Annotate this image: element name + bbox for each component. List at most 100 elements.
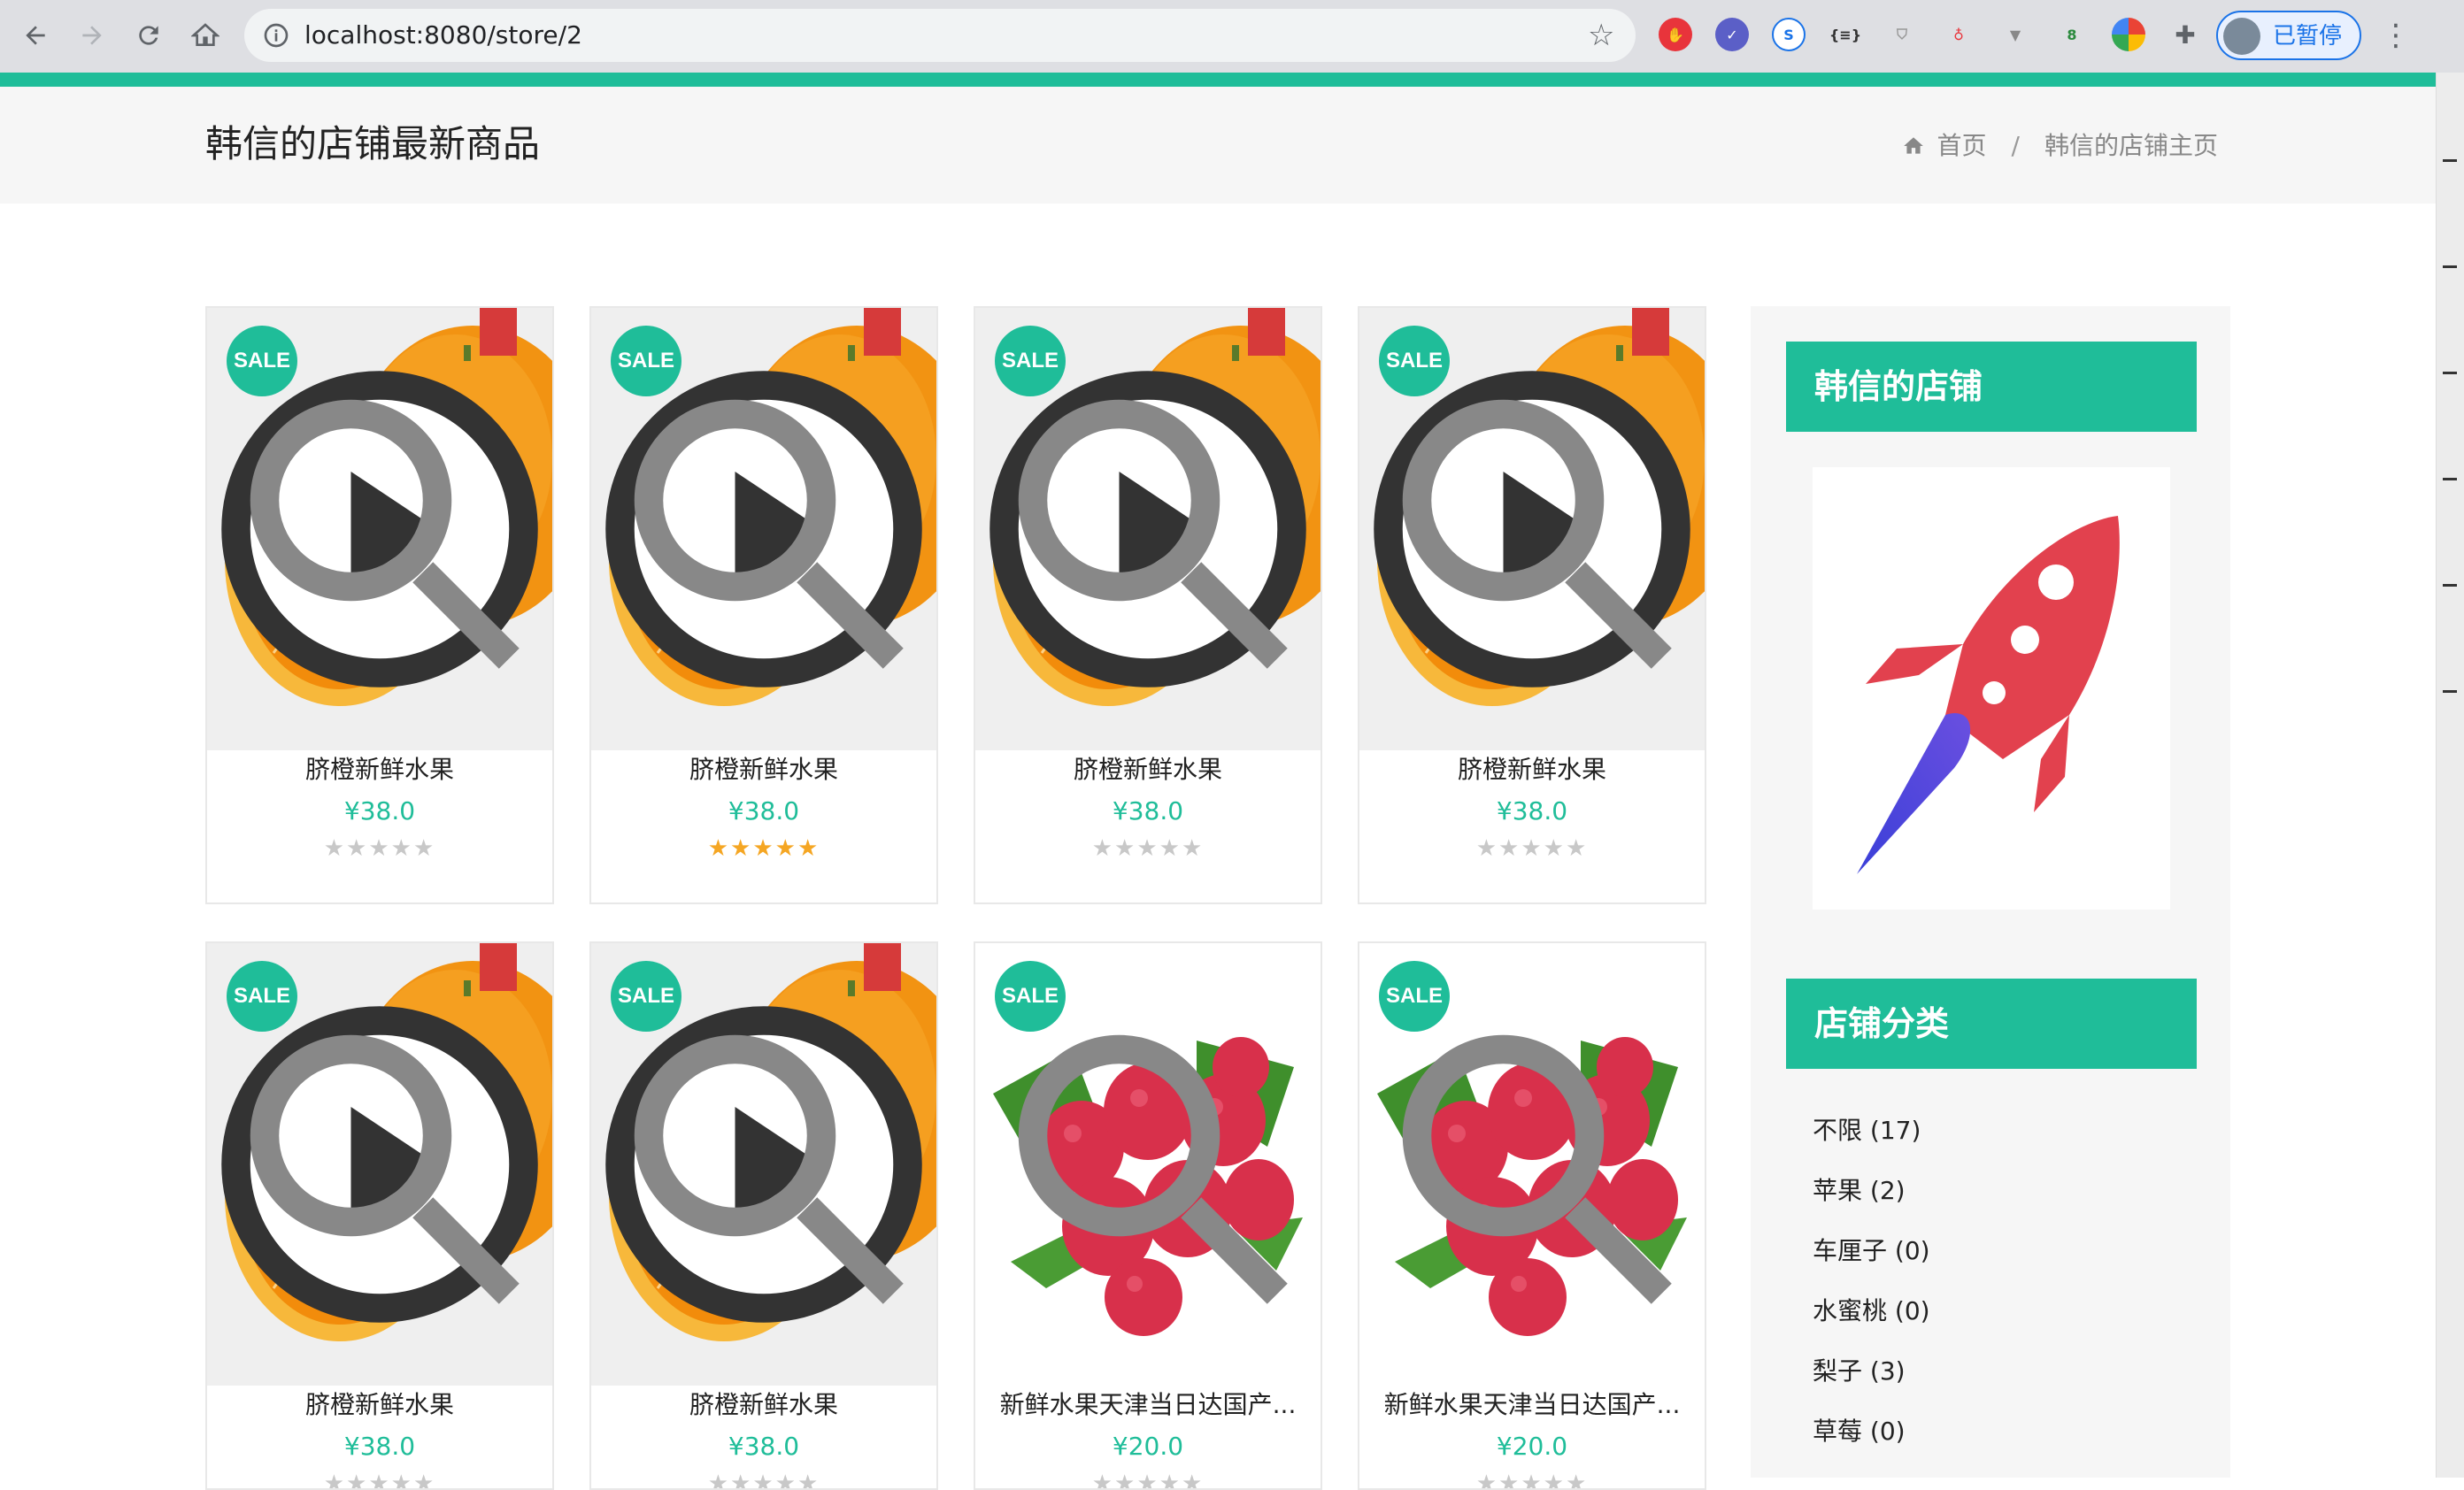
- scroll-marker: [2443, 265, 2457, 268]
- zoom-icon[interactable]: [975, 943, 1321, 1386]
- breadcrumb-current: 韩信的店铺主页: [2044, 131, 2218, 160]
- profile-button[interactable]: 已暂停: [2216, 11, 2361, 60]
- vue-extension-icon[interactable]: ▼: [1998, 18, 2032, 51]
- product-name[interactable]: 新鲜水果天津当日达国产...: [1359, 1389, 1705, 1421]
- star-icon: ★: [774, 835, 797, 862]
- product-card[interactable]: SALE 脐橙新鲜水果 ¥38.0 ★★★★★: [589, 941, 938, 1490]
- shield-extension-icon[interactable]: ⛉: [1885, 18, 1919, 51]
- product-name[interactable]: 新鲜水果天津当日达国产...: [975, 1389, 1321, 1421]
- product-image[interactable]: SALE: [591, 308, 936, 750]
- star-icon: ★: [368, 835, 391, 862]
- sitemap-extension-icon[interactable]: ♁: [1942, 18, 1975, 51]
- star-icon: ★: [1181, 835, 1205, 862]
- star-icon: ★: [1498, 835, 1521, 862]
- star-icon: ★: [390, 1471, 413, 1490]
- zoom-icon[interactable]: [591, 308, 936, 750]
- url-text: localhost:8080/store/2: [304, 20, 582, 50]
- zoom-icon[interactable]: [207, 943, 552, 1386]
- site-nav-strip: [0, 73, 2436, 87]
- store-logo[interactable]: [1813, 467, 2170, 910]
- star-icon: ★: [1475, 1471, 1499, 1490]
- star-icon: ★: [797, 835, 820, 862]
- zoom-icon[interactable]: [591, 943, 936, 1386]
- star-icon: ★: [323, 835, 347, 862]
- product-name[interactable]: 脐橙新鲜水果: [207, 754, 552, 786]
- rocket-icon: [1857, 516, 2120, 874]
- product-image[interactable]: SALE: [975, 308, 1321, 750]
- product-rating: ★★★★★: [975, 835, 1321, 862]
- product-price: ¥38.0: [343, 796, 416, 826]
- page-header: 韩信的店铺最新商品 首页 / 韩信的店铺主页: [0, 87, 2436, 204]
- product-card[interactable]: SALE 新鲜水果天津当日达国产... ¥20.0 ★★★★★: [1358, 941, 1706, 1490]
- product-card[interactable]: SALE 脐橙新鲜水果 ¥38.0 ★★★★★: [205, 941, 554, 1490]
- chrome-extension-icon[interactable]: [2112, 18, 2145, 51]
- star-icon: ★: [1475, 835, 1499, 862]
- category-item[interactable]: 水蜜桃 (0): [1813, 1281, 2184, 1341]
- product-name[interactable]: 脐橙新鲜水果: [591, 754, 936, 786]
- product-card[interactable]: SALE 新鲜水果天津当日达国产... ¥20.0 ★★★★★: [974, 941, 1322, 1490]
- product-rating: ★★★★★: [591, 1471, 936, 1488]
- category-item[interactable]: 不限 (17): [1813, 1101, 2184, 1161]
- category-item[interactable]: 梨子 (3): [1813, 1341, 2184, 1402]
- home-icon: [1903, 137, 1923, 154]
- product-name[interactable]: 脐橙新鲜水果: [975, 754, 1321, 786]
- zoom-icon[interactable]: [975, 308, 1321, 750]
- product-image[interactable]: SALE: [1359, 943, 1705, 1386]
- zoom-icon[interactable]: [207, 308, 552, 750]
- star-icon: ★: [1159, 835, 1182, 862]
- category-item[interactable]: 苹果 (2): [1813, 1161, 2184, 1221]
- forward-button[interactable]: [69, 12, 115, 58]
- product-card[interactable]: SALE 脐橙新鲜水果 ¥38.0 ★★★★★: [589, 306, 938, 904]
- zoom-icon[interactable]: [1359, 308, 1705, 750]
- star-icon: ★: [323, 1471, 347, 1490]
- arrow-left-icon: [26, 26, 45, 45]
- product-card[interactable]: SALE 脐橙新鲜水果 ¥38.0 ★★★★★: [205, 306, 554, 904]
- product-image[interactable]: SALE: [1359, 308, 1705, 750]
- star-icon: ★: [1136, 1471, 1159, 1490]
- puzzle-extensions-icon[interactable]: ✚: [2168, 18, 2202, 51]
- star-icon: ★: [1114, 1471, 1137, 1490]
- translate-extension-icon[interactable]: S: [1772, 18, 1806, 51]
- product-price: ¥38.0: [728, 1432, 800, 1461]
- product-name[interactable]: 脐橙新鲜水果: [591, 1389, 936, 1421]
- star-icon: ★: [1159, 1471, 1182, 1490]
- home-button[interactable]: [182, 12, 228, 58]
- info-icon[interactable]: [262, 21, 290, 50]
- scroll-marker: [2443, 159, 2457, 162]
- product-price: ¥38.0: [728, 796, 800, 826]
- browser-toolbar: localhost:8080/store/2 ☆ ✋ ✓ S {≡} ⛉ ♁ ▼…: [0, 0, 2464, 73]
- tampermonkey-extension-icon[interactable]: 8: [2055, 18, 2089, 51]
- product-image[interactable]: SALE: [975, 943, 1321, 1386]
- product-rating: ★★★★★: [207, 1471, 552, 1490]
- store-title: 韩信的店铺: [1786, 342, 2197, 432]
- star-icon: ★: [412, 1471, 436, 1490]
- star-icon: ★: [1543, 1471, 1566, 1490]
- home-icon: [191, 23, 219, 46]
- product-name[interactable]: 脐橙新鲜水果: [1359, 754, 1705, 786]
- json-extension-icon[interactable]: {≡}: [1829, 18, 1862, 51]
- browser-menu-icon[interactable]: ⋮: [2381, 16, 2411, 55]
- category-item[interactable]: 草莓 (0): [1813, 1402, 2184, 1462]
- breadcrumb-home-link[interactable]: 首页: [1937, 131, 1987, 161]
- product-image[interactable]: SALE: [591, 943, 936, 1386]
- product-image[interactable]: SALE: [207, 943, 552, 1386]
- check-extension-icon[interactable]: ✓: [1715, 18, 1749, 51]
- product-rating: ★★★★★: [1359, 1471, 1705, 1490]
- reload-button[interactable]: [126, 12, 172, 58]
- back-button[interactable]: [12, 12, 58, 58]
- product-name[interactable]: 脐橙新鲜水果: [207, 1389, 552, 1421]
- category-item[interactable]: 车厘子 (0): [1813, 1221, 2184, 1281]
- product-card[interactable]: SALE 脐橙新鲜水果 ¥38.0 ★★★★★: [1358, 306, 1706, 904]
- adblock-extension-icon[interactable]: ✋: [1659, 18, 1692, 51]
- product-card[interactable]: SALE 脐橙新鲜水果 ¥38.0 ★★★★★: [974, 306, 1322, 904]
- product-image[interactable]: SALE: [207, 308, 552, 750]
- star-icon: ★: [1114, 835, 1137, 862]
- star-icon: ★: [1565, 835, 1589, 862]
- arrow-right-icon: [82, 26, 102, 45]
- product-price: ¥38.0: [1112, 796, 1184, 826]
- address-bar[interactable]: localhost:8080/store/2 ☆: [244, 9, 1636, 62]
- product-price: ¥20.0: [1496, 1432, 1568, 1461]
- zoom-icon[interactable]: [1359, 943, 1705, 1386]
- scroll-marker: [2443, 372, 2457, 374]
- bookmark-star-icon[interactable]: ☆: [1588, 19, 1620, 51]
